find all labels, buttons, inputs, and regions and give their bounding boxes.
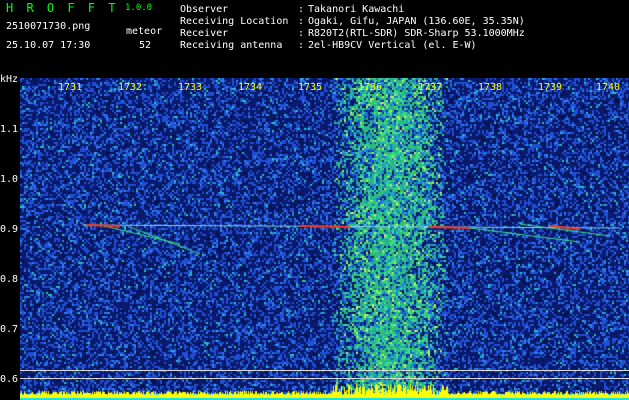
spectrogram — [20, 78, 629, 400]
x-label-1736: 1736 — [357, 82, 383, 93]
filename-label: 2510071730.png — [6, 21, 91, 32]
x-label-1738: 1738 — [477, 82, 503, 93]
x-label-1737: 1737 — [417, 82, 443, 93]
baseline-lower — [20, 378, 629, 379]
x-label-1739: 1739 — [537, 82, 563, 93]
datetime-label: 25.10.07 17:30 — [6, 40, 91, 51]
app-version: 1.0.0 — [125, 3, 153, 13]
y-label-1-0: 1.0 — [0, 174, 19, 185]
x-label-1734: 1734 — [237, 82, 263, 93]
x-label-1732: 1732 — [117, 82, 143, 93]
y-label-0-7: 0.7 — [0, 324, 19, 335]
info-value-location: Ogaki, Gifu, JAPAN (136.60E, 35.35N) — [308, 16, 525, 27]
app-title: H R O F F T — [6, 1, 119, 15]
baseline-upper — [20, 370, 629, 371]
spectrogram-canvas — [20, 78, 629, 400]
meteor-count: 52 — [139, 40, 152, 51]
x-label-1735: 1735 — [297, 82, 323, 93]
info-value-receiver: R820T2(RTL-SDR) SDR-Sharp 53.1000MHz — [308, 28, 525, 39]
unit-label: kHz — [0, 74, 19, 85]
x-label-1733: 1733 — [177, 82, 203, 93]
info-sep-antenna: : — [298, 40, 305, 51]
info-sep-location: : — [298, 16, 305, 27]
y-label-1-1: 1.1 — [0, 124, 19, 135]
detection-type-label: meteor — [126, 26, 163, 37]
info-label-receiver: Receiver — [180, 28, 229, 39]
y-label-0-9: 0.9 — [0, 224, 19, 235]
x-label-1731: 1731 — [57, 82, 83, 93]
info-label-antenna: Receiving antenna — [180, 40, 283, 51]
info-sep-receiver: : — [298, 28, 305, 39]
info-sep-observer: : — [298, 4, 305, 15]
y-label-0-8: 0.8 — [0, 274, 19, 285]
info-label-observer: Observer — [180, 4, 229, 15]
info-value-observer: Takanori Kawachi — [308, 4, 405, 15]
y-label-0-6: 0.6 — [0, 374, 19, 385]
info-label-location: Receiving Location — [180, 16, 289, 27]
info-value-antenna: 2el-HB9CV Vertical (el. E-W) — [308, 40, 477, 51]
hrofft-screen: H R O F F T 1.0.0 2510071730.png meteor … — [0, 0, 629, 400]
x-label-1740: 1740 — [595, 82, 621, 93]
